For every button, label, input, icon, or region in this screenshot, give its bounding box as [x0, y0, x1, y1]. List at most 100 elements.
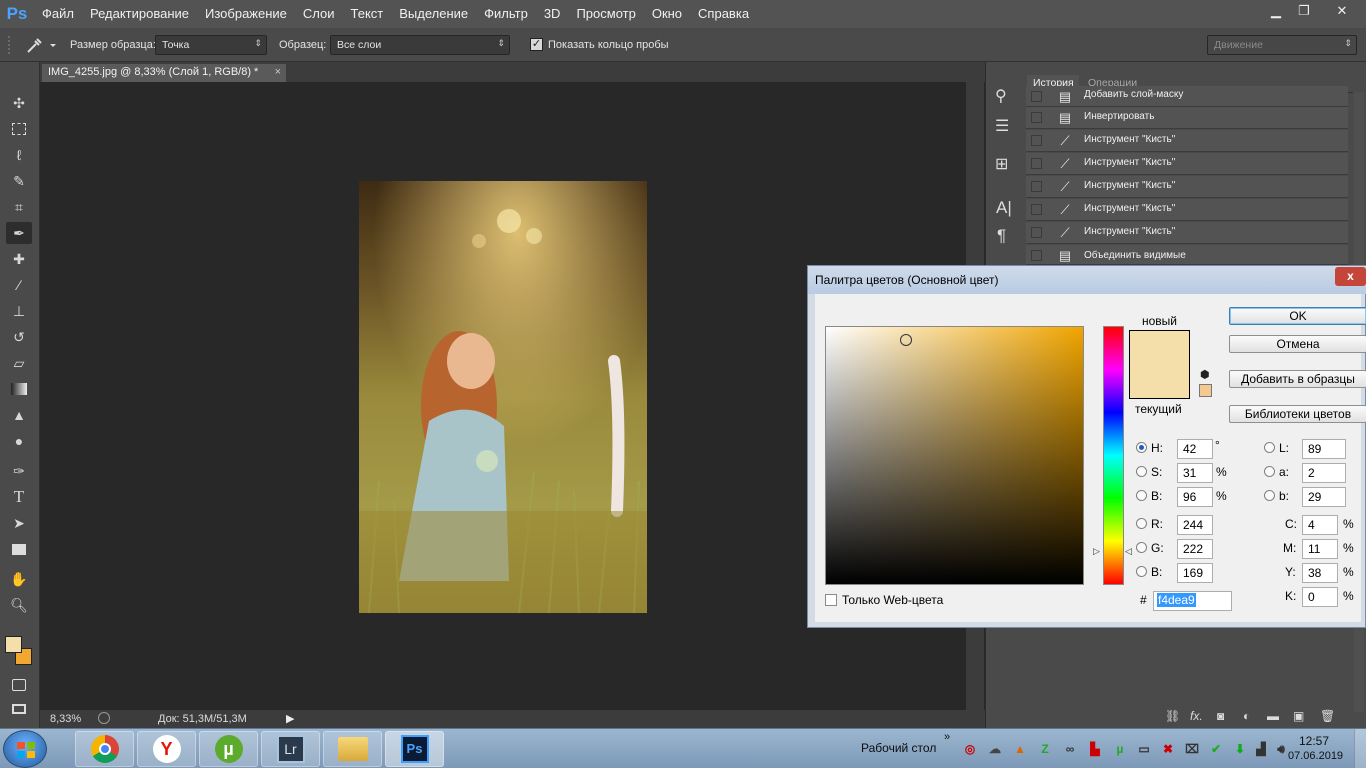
menu-type[interactable]: Текст	[343, 0, 392, 28]
folder-icon[interactable]: ▬	[1267, 709, 1279, 723]
history-item[interactable]: ⟋ Инструмент "Кисть"	[1026, 130, 1348, 152]
hex-input[interactable]: f4dea9	[1153, 591, 1232, 611]
menu-edit[interactable]: Редактирование	[82, 0, 197, 28]
brush-presets-icon[interactable]: ⚲	[995, 86, 1007, 106]
restore-button[interactable]: ❐	[1290, 2, 1318, 20]
zoom-tool[interactable]: 🔍︎	[6, 594, 32, 616]
color-libraries-button[interactable]: Библиотеки цветов	[1229, 405, 1366, 423]
history-checkbox[interactable]	[1031, 250, 1042, 261]
red-input[interactable]: 244	[1177, 515, 1213, 535]
history-item[interactable]: ▤ Инвертировать	[1026, 107, 1348, 129]
network-error-tray-icon[interactable]: ✖	[1160, 741, 1176, 757]
zona-tray-icon[interactable]: Z	[1037, 741, 1053, 757]
minimize-button[interactable]: ▁	[1262, 2, 1290, 20]
hand-tool[interactable]: ✋	[6, 568, 32, 590]
volume-tray-icon[interactable]: 🔊︎	[1273, 741, 1289, 757]
foreground-color-swatch[interactable]	[5, 636, 22, 653]
menu-layers[interactable]: Слои	[295, 0, 343, 28]
close-tab-icon[interactable]: ×	[275, 66, 281, 78]
brightness-radio[interactable]	[1136, 490, 1147, 501]
lightness-input[interactable]: 89	[1302, 439, 1346, 459]
hue-slider-right-arrow-icon[interactable]: ◁	[1125, 546, 1132, 557]
hue-slider[interactable]	[1103, 326, 1124, 585]
yellow-input[interactable]: 38	[1302, 563, 1338, 583]
web-colors-only-checkbox[interactable]	[825, 594, 837, 606]
eraser-tool[interactable]: ▱	[6, 352, 32, 374]
blur-tool[interactable]: ▲	[6, 404, 32, 426]
menu-3d[interactable]: 3D	[536, 0, 569, 28]
color-picker-ring[interactable]	[900, 334, 912, 346]
clock-time[interactable]: 12:57	[1299, 734, 1329, 748]
lasso-tool[interactable]: ℓ	[6, 144, 32, 166]
lightroom-taskbar-button[interactable]: Lr	[261, 731, 320, 767]
history-item[interactable]: ⟋ Инструмент "Кисть"	[1026, 199, 1348, 221]
history-brush-tool[interactable]: ↺	[6, 326, 32, 348]
gamut-warning-icon[interactable]: ⬢	[1200, 368, 1210, 381]
history-item[interactable]: ⟋ Инструмент "Кисть"	[1026, 222, 1348, 244]
history-checkbox[interactable]	[1031, 135, 1042, 146]
black-input[interactable]: 0	[1302, 587, 1338, 607]
a-channel-radio[interactable]	[1264, 466, 1275, 477]
history-checkbox[interactable]	[1031, 227, 1042, 238]
shape-tool[interactable]	[6, 538, 32, 560]
healing-brush-tool[interactable]: ✚	[6, 248, 32, 270]
history-item[interactable]: ▤ Объединить видимые	[1026, 245, 1348, 265]
mask-icon[interactable]: ◙	[1217, 709, 1224, 723]
a-channel-input[interactable]: 2	[1302, 463, 1346, 483]
green-input[interactable]: 222	[1177, 539, 1213, 559]
history-checkbox[interactable]	[1031, 158, 1042, 169]
signal-tray-icon[interactable]: ▟	[1253, 741, 1269, 757]
warning-tray-icon[interactable]: ▲	[1012, 741, 1028, 757]
utorrent-taskbar-button[interactable]: µ	[199, 731, 258, 767]
magenta-input[interactable]: 11	[1302, 539, 1338, 559]
dialog-close-button[interactable]: x	[1335, 267, 1366, 286]
saturation-brightness-field[interactable]	[825, 326, 1084, 585]
web-safe-swatch[interactable]	[1199, 384, 1212, 397]
zoom-level[interactable]: 8,33%	[50, 713, 81, 725]
brush-tool[interactable]: ∕	[6, 274, 32, 296]
crop-tool[interactable]: ⌗	[6, 196, 32, 218]
red-radio[interactable]	[1136, 518, 1147, 529]
blue-radio[interactable]	[1136, 566, 1147, 577]
clock-date[interactable]: 07.06.2019	[1288, 750, 1343, 762]
explorer-taskbar-button[interactable]	[323, 731, 382, 767]
menu-view[interactable]: Просмотр	[568, 0, 643, 28]
utorrent-tray-icon[interactable]: µ	[1112, 741, 1128, 757]
lightness-radio[interactable]	[1264, 442, 1275, 453]
character-icon[interactable]: A|	[996, 198, 1012, 218]
close-window-button[interactable]: ✕	[1322, 2, 1362, 20]
workspace-select[interactable]: Движение ⇕	[1207, 35, 1357, 55]
chrome-taskbar-button[interactable]	[75, 731, 134, 767]
menu-select[interactable]: Выделение	[391, 0, 476, 28]
path-select-tool[interactable]: ➤	[6, 512, 32, 534]
show-desktop-button[interactable]	[1354, 729, 1366, 768]
history-checkbox[interactable]	[1031, 112, 1042, 123]
brush-settings-icon[interactable]: ☰	[995, 116, 1009, 136]
gradient-tool[interactable]	[6, 378, 32, 400]
menu-help[interactable]: Справка	[690, 0, 757, 28]
download-tray-icon[interactable]: ⬇	[1232, 741, 1248, 757]
hue-input[interactable]: 42	[1177, 439, 1213, 459]
show-ring-checkbox[interactable]: ✓	[530, 38, 543, 51]
cancel-button[interactable]: Отмена	[1229, 335, 1366, 353]
add-to-swatches-button[interactable]: Добавить в образцы	[1229, 370, 1366, 388]
history-item[interactable]: ▤ Добавить слой-маску	[1026, 86, 1348, 107]
brightness-input[interactable]: 96	[1177, 487, 1213, 507]
b-channel-radio[interactable]	[1264, 490, 1275, 501]
clone-stamp-tool[interactable]: ⊥	[6, 300, 32, 322]
history-item[interactable]: ⟋ Инструмент "Кисть"	[1026, 176, 1348, 198]
saturation-input[interactable]: 31	[1177, 463, 1213, 483]
history-checkbox[interactable]	[1031, 181, 1042, 192]
eyedropper-tool[interactable]: ✒	[6, 222, 32, 244]
move-tool[interactable]: ✣	[6, 92, 32, 114]
type-tool[interactable]: T	[6, 486, 32, 508]
menu-filter[interactable]: Фильтр	[476, 0, 536, 28]
adjustment-icon[interactable]: ◐	[1243, 709, 1250, 723]
sample-size-select[interactable]: Точка ⇕	[155, 35, 267, 55]
link-icon[interactable]: ⛓	[1165, 709, 1180, 723]
document-tab[interactable]: IMG_4255.jpg @ 8,33% (Слой 1, RGB/8) * ×	[42, 64, 286, 82]
ok-button[interactable]: OK	[1229, 307, 1366, 325]
eyedropper-tool-preset[interactable]	[22, 34, 56, 56]
paragraph-icon[interactable]: ¶	[997, 226, 1006, 246]
dodge-tool[interactable]: ●	[6, 430, 32, 452]
